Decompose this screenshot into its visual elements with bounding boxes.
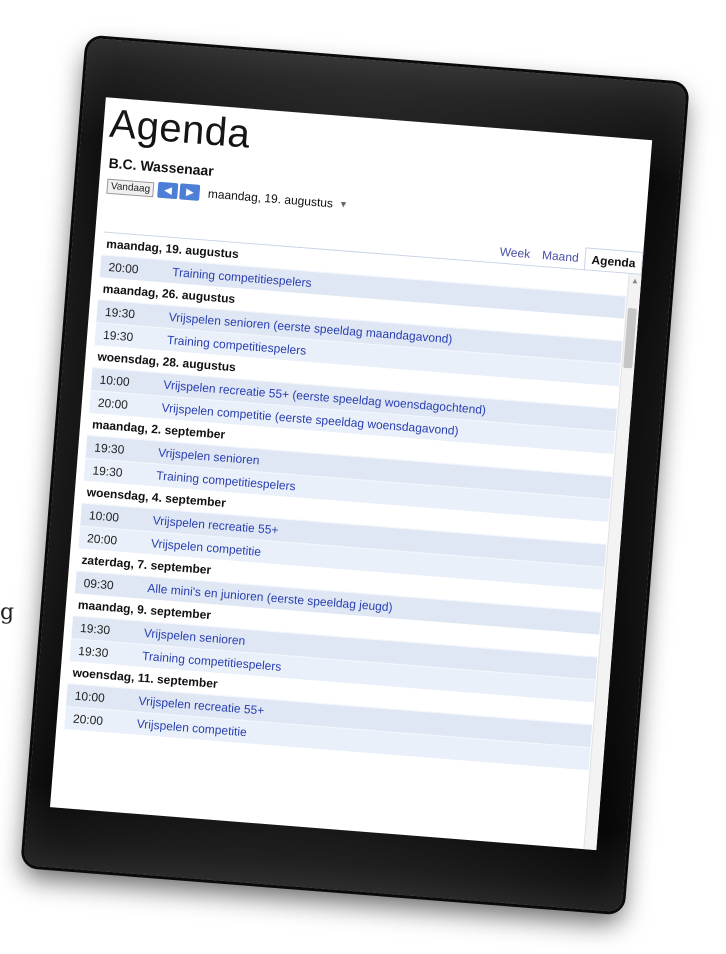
chevron-right-icon: ▶ bbox=[185, 186, 195, 198]
next-button[interactable]: ▶ bbox=[179, 183, 201, 201]
calendar-screen: Agenda B.C. Wassenaar Vandaag ◀ ▶ maanda… bbox=[50, 97, 653, 851]
chevron-left-icon: ◀ bbox=[163, 184, 173, 197]
event-time: 20:00 bbox=[72, 711, 104, 728]
scroll-up-icon[interactable]: ▲ bbox=[631, 276, 640, 286]
scrollbar-thumb[interactable] bbox=[623, 307, 637, 369]
previous-button[interactable]: ◀ bbox=[157, 181, 179, 200]
partial-edge-text: g bbox=[0, 600, 15, 625]
agenda-rows: maandag, 19. augustus 20:00 Training compe… bbox=[64, 232, 642, 772]
agenda-list: maandag, 19. augustus 20:00 Training compe… bbox=[57, 231, 642, 851]
device-frame: Agenda B.C. Wassenaar Vandaag ◀ ▶ maanda… bbox=[23, 37, 687, 913]
dropdown-icon[interactable]: ▼ bbox=[339, 199, 349, 210]
date-picker[interactable]: maandag, 19. augustus bbox=[207, 187, 333, 211]
today-button[interactable]: Vandaag bbox=[106, 178, 155, 197]
